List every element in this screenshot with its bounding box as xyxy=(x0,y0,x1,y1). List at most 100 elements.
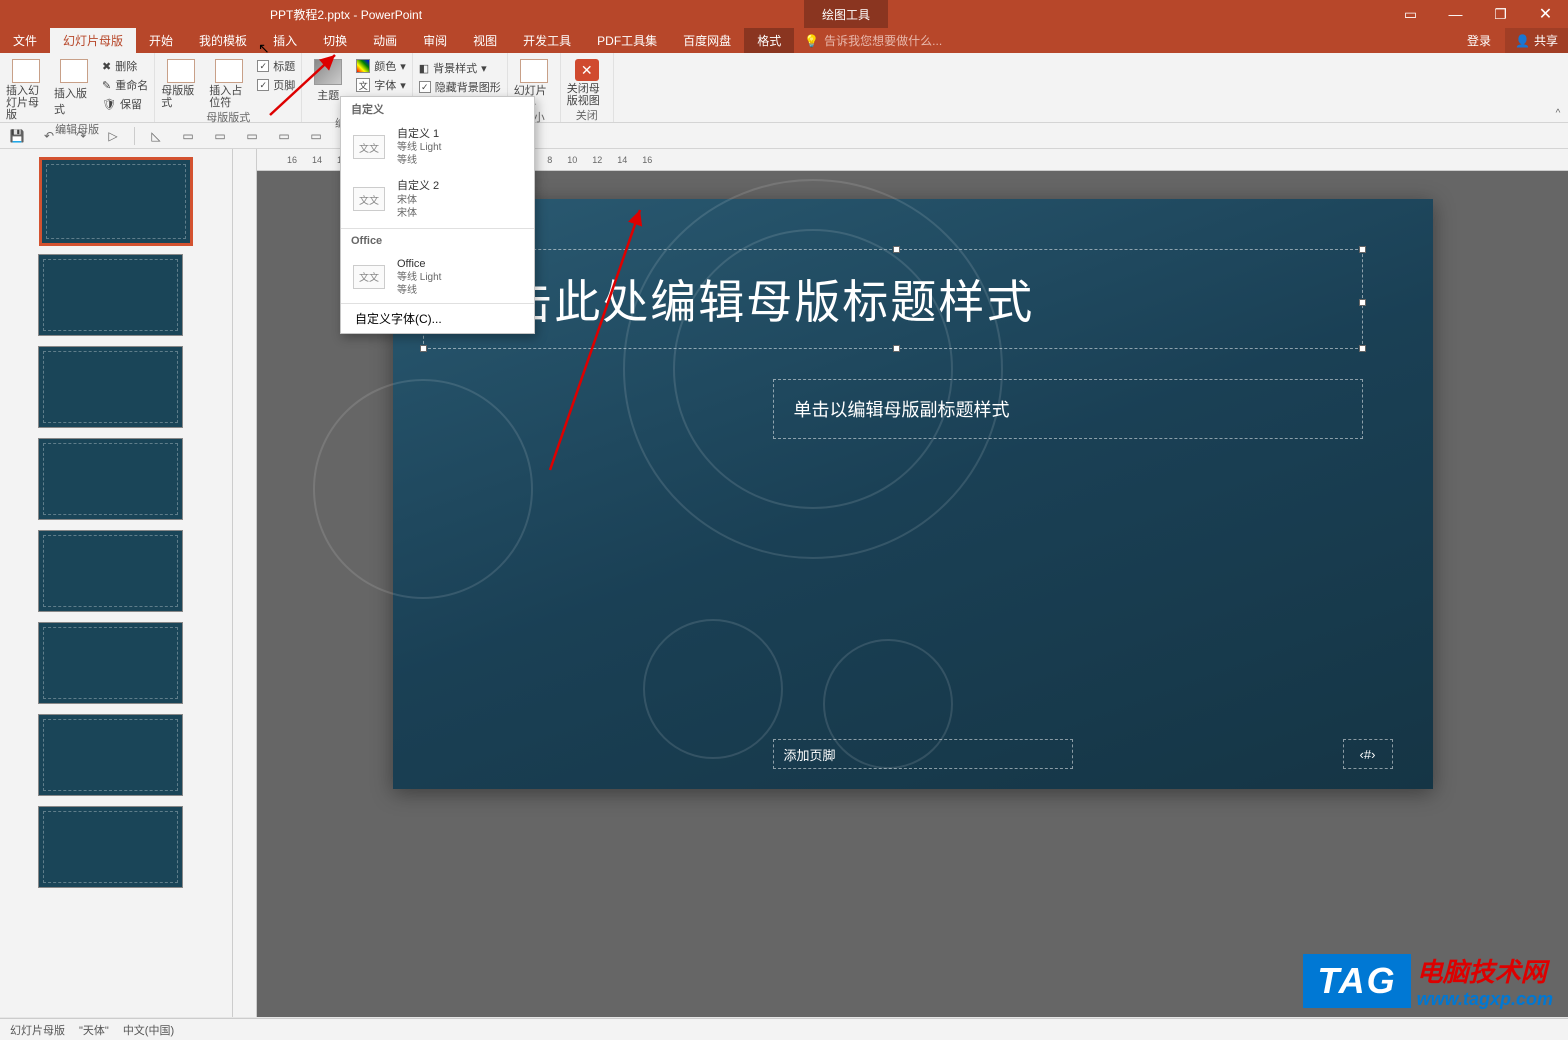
title-bar: PPT教程2.pptx - PowerPoint 绘图工具 ▭ — ❐ ✕ xyxy=(0,0,1568,28)
status-theme: "天体" xyxy=(79,1022,109,1038)
preserve-button[interactable]: 🛡保留 xyxy=(102,95,148,113)
layout-thumbnail[interactable] xyxy=(38,530,183,612)
tab-review[interactable]: 审阅 xyxy=(410,28,460,53)
theme-icon xyxy=(314,59,342,85)
qat-btn[interactable]: ▭ xyxy=(241,125,263,147)
tab-file[interactable]: 文件 xyxy=(0,28,50,53)
share-button[interactable]: 👤 共享 xyxy=(1505,28,1568,53)
tab-my-templates[interactable]: 我的模板 xyxy=(186,28,260,53)
undo-button[interactable]: ↶ xyxy=(38,125,60,147)
insert-layout-button[interactable]: 插入版式 xyxy=(54,55,94,121)
status-view: 幻灯片母版 xyxy=(10,1022,65,1038)
layout-thumbnail[interactable] xyxy=(38,346,183,428)
group-close-label: 关闭 xyxy=(576,107,598,125)
qat-btn[interactable]: ▭ xyxy=(209,125,231,147)
colors-icon xyxy=(356,59,370,73)
close-button[interactable]: ✕ xyxy=(1523,0,1568,28)
tab-format[interactable]: 格式 xyxy=(744,28,794,53)
dropdown-section-custom: 自定义 xyxy=(341,97,534,121)
background-styles-button[interactable]: ◧背景样式▾ xyxy=(419,59,501,77)
redo-button[interactable]: ↷ xyxy=(70,125,92,147)
layout-thumbnail[interactable] xyxy=(38,806,183,888)
subtitle-text[interactable]: 单击以编辑母版副标题样式 xyxy=(794,396,1010,422)
start-from-beginning-button[interactable]: ▷ xyxy=(102,125,124,147)
customize-fonts-button[interactable]: 自定义字体(C)... xyxy=(341,303,534,333)
restore-button[interactable]: ❐ xyxy=(1478,0,1523,28)
footer-placeholder[interactable]: 添加页脚 xyxy=(773,739,1073,769)
login-button[interactable]: 登录 xyxy=(1453,28,1505,53)
delete-icon: ✖ xyxy=(102,60,111,73)
tab-pdf-tools[interactable]: PDF工具集 xyxy=(584,28,670,53)
fonts-icon: 文 xyxy=(356,78,370,92)
font-option-custom2[interactable]: 文文 自定义 2 宋体 宋体 xyxy=(341,173,534,225)
minimize-button[interactable]: — xyxy=(1433,0,1478,28)
slide-master-icon xyxy=(12,59,40,83)
slide-number-placeholder[interactable]: ‹#› xyxy=(1343,739,1393,769)
master-layout-icon xyxy=(167,59,195,83)
slide-canvas[interactable]: 单 击此处编辑母版标题样式 单击以编辑母版副标题样式 xyxy=(393,199,1433,789)
main-area: 1614121086420246810121416 单 击此处编辑母版标题样式 xyxy=(0,149,1568,1017)
watermark: TAG 电脑技术网 www.tagxp.com xyxy=(1303,952,1553,1010)
tab-home[interactable]: 开始 xyxy=(136,28,186,53)
font-option-office[interactable]: 文文 Office 等线 Light 等线 xyxy=(341,251,534,303)
cursor-icon: ↖ xyxy=(258,40,270,57)
fonts-dropdown[interactable]: 自定义 文文 自定义 1 等线 Light 等线 文文 自定义 2 宋体 宋体 … xyxy=(340,96,535,334)
insert-slide-master-button[interactable]: 插入幻灯片母版 xyxy=(6,55,46,121)
ribbon-tabs: 文件 幻灯片母版 开始 我的模板 插入 切换 动画 审阅 视图 开发工具 PDF… xyxy=(0,28,1568,53)
chevron-down-icon: ▾ xyxy=(400,79,406,92)
close-master-button[interactable]: ✕ 关闭母版视图 xyxy=(567,55,607,107)
rename-button[interactable]: ✎重命名 xyxy=(102,76,148,94)
save-button[interactable]: 💾 xyxy=(6,125,28,147)
chevron-down-icon: ▾ xyxy=(481,62,487,75)
rename-icon: ✎ xyxy=(102,79,111,92)
contextual-tab-label: 绘图工具 xyxy=(804,0,888,28)
checkbox-icon xyxy=(257,60,269,72)
title-placeholder[interactable]: 单 击此处编辑母版标题样式 xyxy=(423,249,1363,349)
title-checkbox[interactable]: 标题 xyxy=(257,57,295,75)
layout-thumbnail[interactable] xyxy=(38,254,183,336)
checkbox-icon xyxy=(419,81,431,93)
ribbon: 插入幻灯片母版 插入版式 ✖删除 ✎重命名 🛡保留 编辑母版 母版版式 插入占位… xyxy=(0,53,1568,123)
insert-placeholder-button[interactable]: 插入占位符 xyxy=(209,55,249,109)
master-layout-button[interactable]: 母版版式 xyxy=(161,55,201,109)
status-bar: 幻灯片母版 "天体" 中文(中国) xyxy=(0,1018,1568,1040)
tab-slide-master[interactable]: 幻灯片母版 xyxy=(50,28,136,53)
qat-btn[interactable]: ▭ xyxy=(273,125,295,147)
collapse-ribbon-button[interactable]: ^ xyxy=(1548,53,1568,122)
preserve-icon: 🛡 xyxy=(102,98,116,111)
dropdown-section-office: Office xyxy=(341,231,534,251)
fonts-button[interactable]: 文字体▾ xyxy=(356,76,406,94)
layout-thumbnail[interactable] xyxy=(38,622,183,704)
font-option-custom1[interactable]: 文文 自定义 1 等线 Light 等线 xyxy=(341,121,534,173)
colors-button[interactable]: 颜色▾ xyxy=(356,57,406,75)
layout-thumbnail[interactable] xyxy=(38,714,183,796)
tab-developer[interactable]: 开发工具 xyxy=(510,28,584,53)
chevron-down-icon: ▾ xyxy=(400,60,406,73)
slide-size-icon xyxy=(520,59,548,83)
qat-btn[interactable]: ▭ xyxy=(177,125,199,147)
master-thumbnail[interactable] xyxy=(41,159,191,244)
thumbnail-pane[interactable] xyxy=(0,149,233,1017)
bg-styles-icon: ◧ xyxy=(419,62,429,75)
status-language[interactable]: 中文(中国) xyxy=(123,1022,174,1038)
tab-baidu[interactable]: 百度网盘 xyxy=(670,28,744,53)
layout-thumbnail[interactable] xyxy=(38,438,183,520)
placeholder-icon xyxy=(215,59,243,83)
subtitle-placeholder[interactable]: 单击以编辑母版副标题样式 xyxy=(773,379,1363,439)
delete-button[interactable]: ✖删除 xyxy=(102,57,148,75)
footers-checkbox[interactable]: 页脚 xyxy=(257,76,295,94)
ribbon-options-icon[interactable]: ▭ xyxy=(1388,0,1433,28)
tab-view[interactable]: 视图 xyxy=(460,28,510,53)
close-icon: ✕ xyxy=(575,59,599,81)
layout-icon xyxy=(60,59,88,83)
tab-animations[interactable]: 动画 xyxy=(360,28,410,53)
qat-btn[interactable]: ◺ xyxy=(145,125,167,147)
font-preview-icon: 文文 xyxy=(353,187,385,211)
tell-me-search[interactable]: 💡 告诉我您想要做什么... xyxy=(794,28,952,53)
font-preview-icon: 文文 xyxy=(353,135,385,159)
qat-btn[interactable]: ▭ xyxy=(305,125,327,147)
tab-transitions[interactable]: 切换 xyxy=(310,28,360,53)
hide-bg-graphics-checkbox[interactable]: 隐藏背景图形 xyxy=(419,78,501,96)
font-preview-icon: 文文 xyxy=(353,265,385,289)
checkbox-icon xyxy=(257,79,269,91)
